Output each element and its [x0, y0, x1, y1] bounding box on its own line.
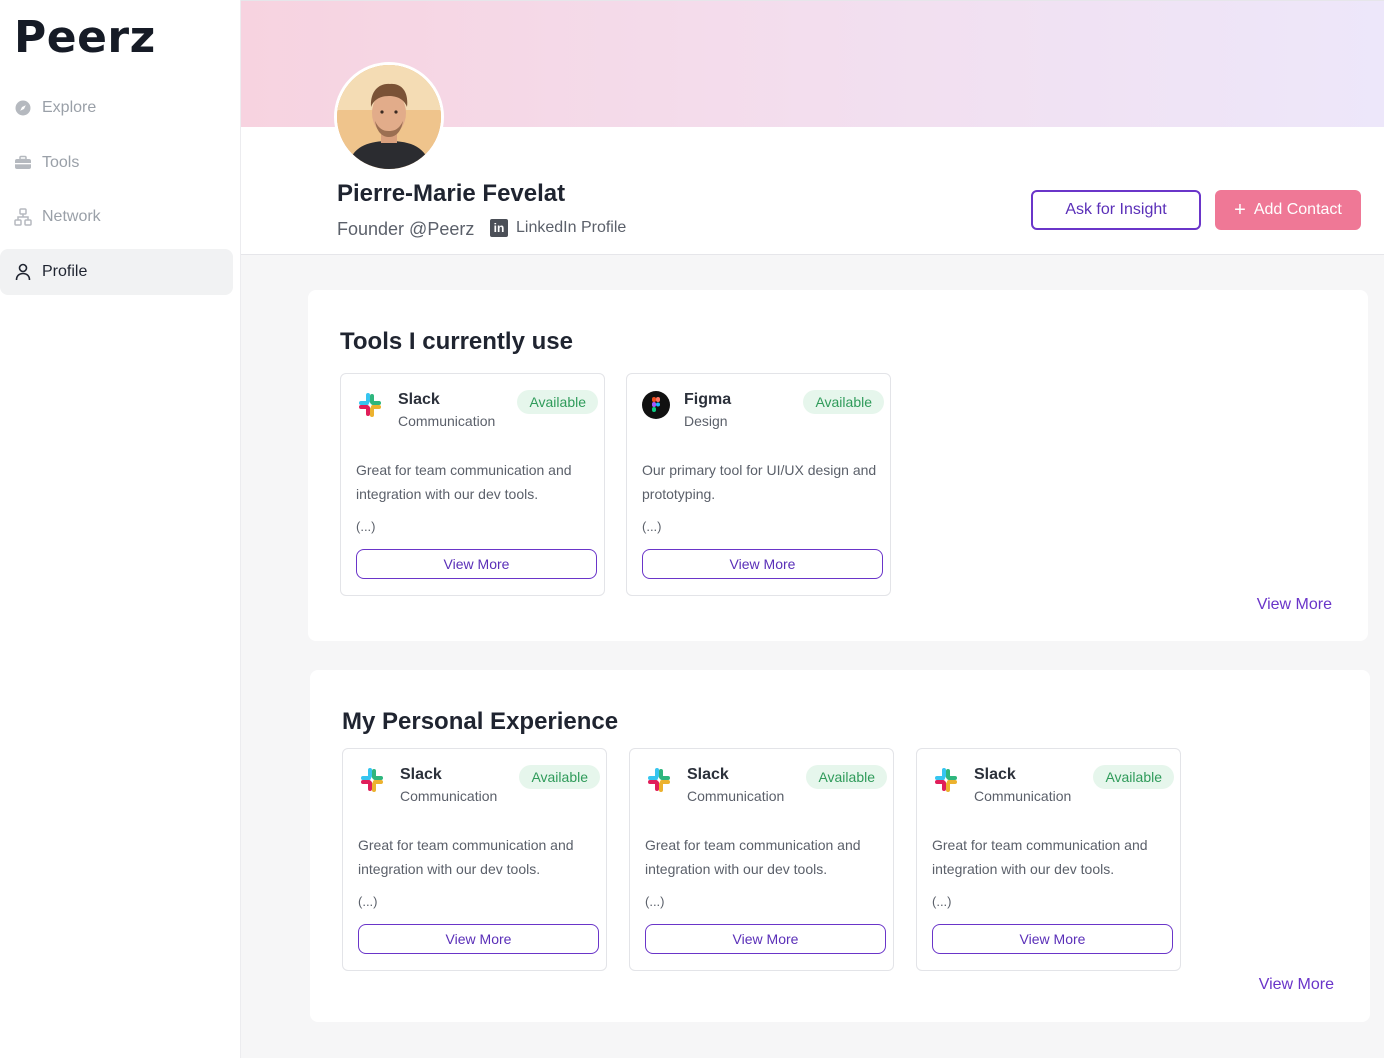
tool-name: Slack: [398, 391, 440, 408]
sidebar: Peerz Explore Tools Network Profile: [0, 0, 241, 1058]
sidebar-item-profile[interactable]: Profile: [0, 249, 233, 295]
experience-card: Slack Communication Available Great for …: [629, 748, 894, 971]
tool-ellipsis: (...): [356, 519, 376, 534]
tool-ellipsis: (...): [358, 894, 378, 909]
sidebar-item-tools[interactable]: Tools: [0, 140, 233, 186]
experience-card: Slack Communication Available Great for …: [916, 748, 1181, 971]
tools-section: Tools I currently use Slack Communicatio…: [308, 290, 1368, 641]
tool-category: Communication: [398, 413, 496, 429]
toolbox-icon: [14, 154, 32, 172]
tool-description: Great for team communication and integra…: [358, 837, 574, 877]
view-more-button[interactable]: View More: [356, 549, 597, 579]
user-icon: [14, 263, 32, 281]
sidebar-item-label: Network: [42, 208, 101, 225]
view-more-button[interactable]: View More: [645, 924, 886, 954]
sidebar-item-label: Tools: [42, 154, 80, 171]
status-badge: Available: [517, 390, 598, 414]
compass-icon: [14, 99, 32, 117]
app-logo[interactable]: Peerz: [14, 12, 156, 63]
linkedin-profile-link[interactable]: in LinkedIn Profile: [490, 219, 626, 237]
section-title: My Personal Experience: [342, 708, 619, 735]
profile-name: Pierre-Marie Fevelat: [337, 180, 566, 207]
add-contact-button[interactable]: + Add Contact: [1215, 190, 1361, 230]
sidebar-item-network[interactable]: Network: [0, 194, 233, 240]
tool-description: Our primary tool for UI/UX design and pr…: [642, 462, 877, 502]
status-badge: Available: [803, 390, 884, 414]
tool-category: Communication: [974, 788, 1072, 804]
tool-name: Slack: [974, 766, 1016, 783]
view-more-button[interactable]: View More: [642, 549, 883, 579]
status-badge: Available: [1093, 765, 1174, 789]
sidebar-item-label: Explore: [42, 99, 97, 116]
experience-view-more-link[interactable]: View More: [1259, 976, 1334, 994]
tool-ellipsis: (...): [645, 894, 665, 909]
slack-icon: [645, 766, 673, 794]
tool-card: Figma Design Available Our primary tool …: [626, 373, 891, 596]
tools-view-more-link[interactable]: View More: [1257, 596, 1332, 614]
status-badge: Available: [806, 765, 887, 789]
add-contact-label: Add Contact: [1253, 201, 1342, 218]
view-more-button[interactable]: View More: [358, 924, 599, 954]
tool-name: Slack: [400, 766, 442, 783]
linkedin-label: LinkedIn Profile: [516, 219, 627, 236]
tool-description: Great for team communication and integra…: [645, 837, 861, 877]
avatar: [334, 62, 444, 172]
tool-name: Slack: [687, 766, 729, 783]
sidebar-item-label: Profile: [42, 263, 88, 280]
network-icon: [14, 208, 32, 226]
status-badge: Available: [519, 765, 600, 789]
tool-card: Slack Communication Available Great for …: [340, 373, 605, 596]
section-title: Tools I currently use: [340, 328, 573, 355]
slack-icon: [356, 391, 384, 419]
ask-for-insight-button[interactable]: Ask for Insight: [1031, 190, 1201, 230]
tool-category: Communication: [400, 788, 498, 804]
plus-icon: +: [1234, 199, 1246, 221]
tool-category: Communication: [687, 788, 785, 804]
profile-role: Founder @Peerz: [337, 219, 475, 239]
tool-name: Figma: [684, 391, 732, 408]
tool-ellipsis: (...): [932, 894, 952, 909]
sidebar-item-explore[interactable]: Explore: [0, 85, 233, 131]
experience-section: My Personal Experience Slack Communicati…: [310, 670, 1370, 1022]
linkedin-icon: in: [490, 219, 508, 237]
slack-icon: [358, 766, 386, 794]
tool-ellipsis: (...): [642, 519, 662, 534]
slack-icon: [932, 766, 960, 794]
tool-description: Great for team communication and integra…: [356, 462, 572, 502]
experience-card: Slack Communication Available Great for …: [342, 748, 607, 971]
view-more-button[interactable]: View More: [932, 924, 1173, 954]
tool-category: Design: [684, 413, 728, 429]
tool-description: Great for team communication and integra…: [932, 837, 1148, 877]
figma-icon: [642, 391, 670, 419]
